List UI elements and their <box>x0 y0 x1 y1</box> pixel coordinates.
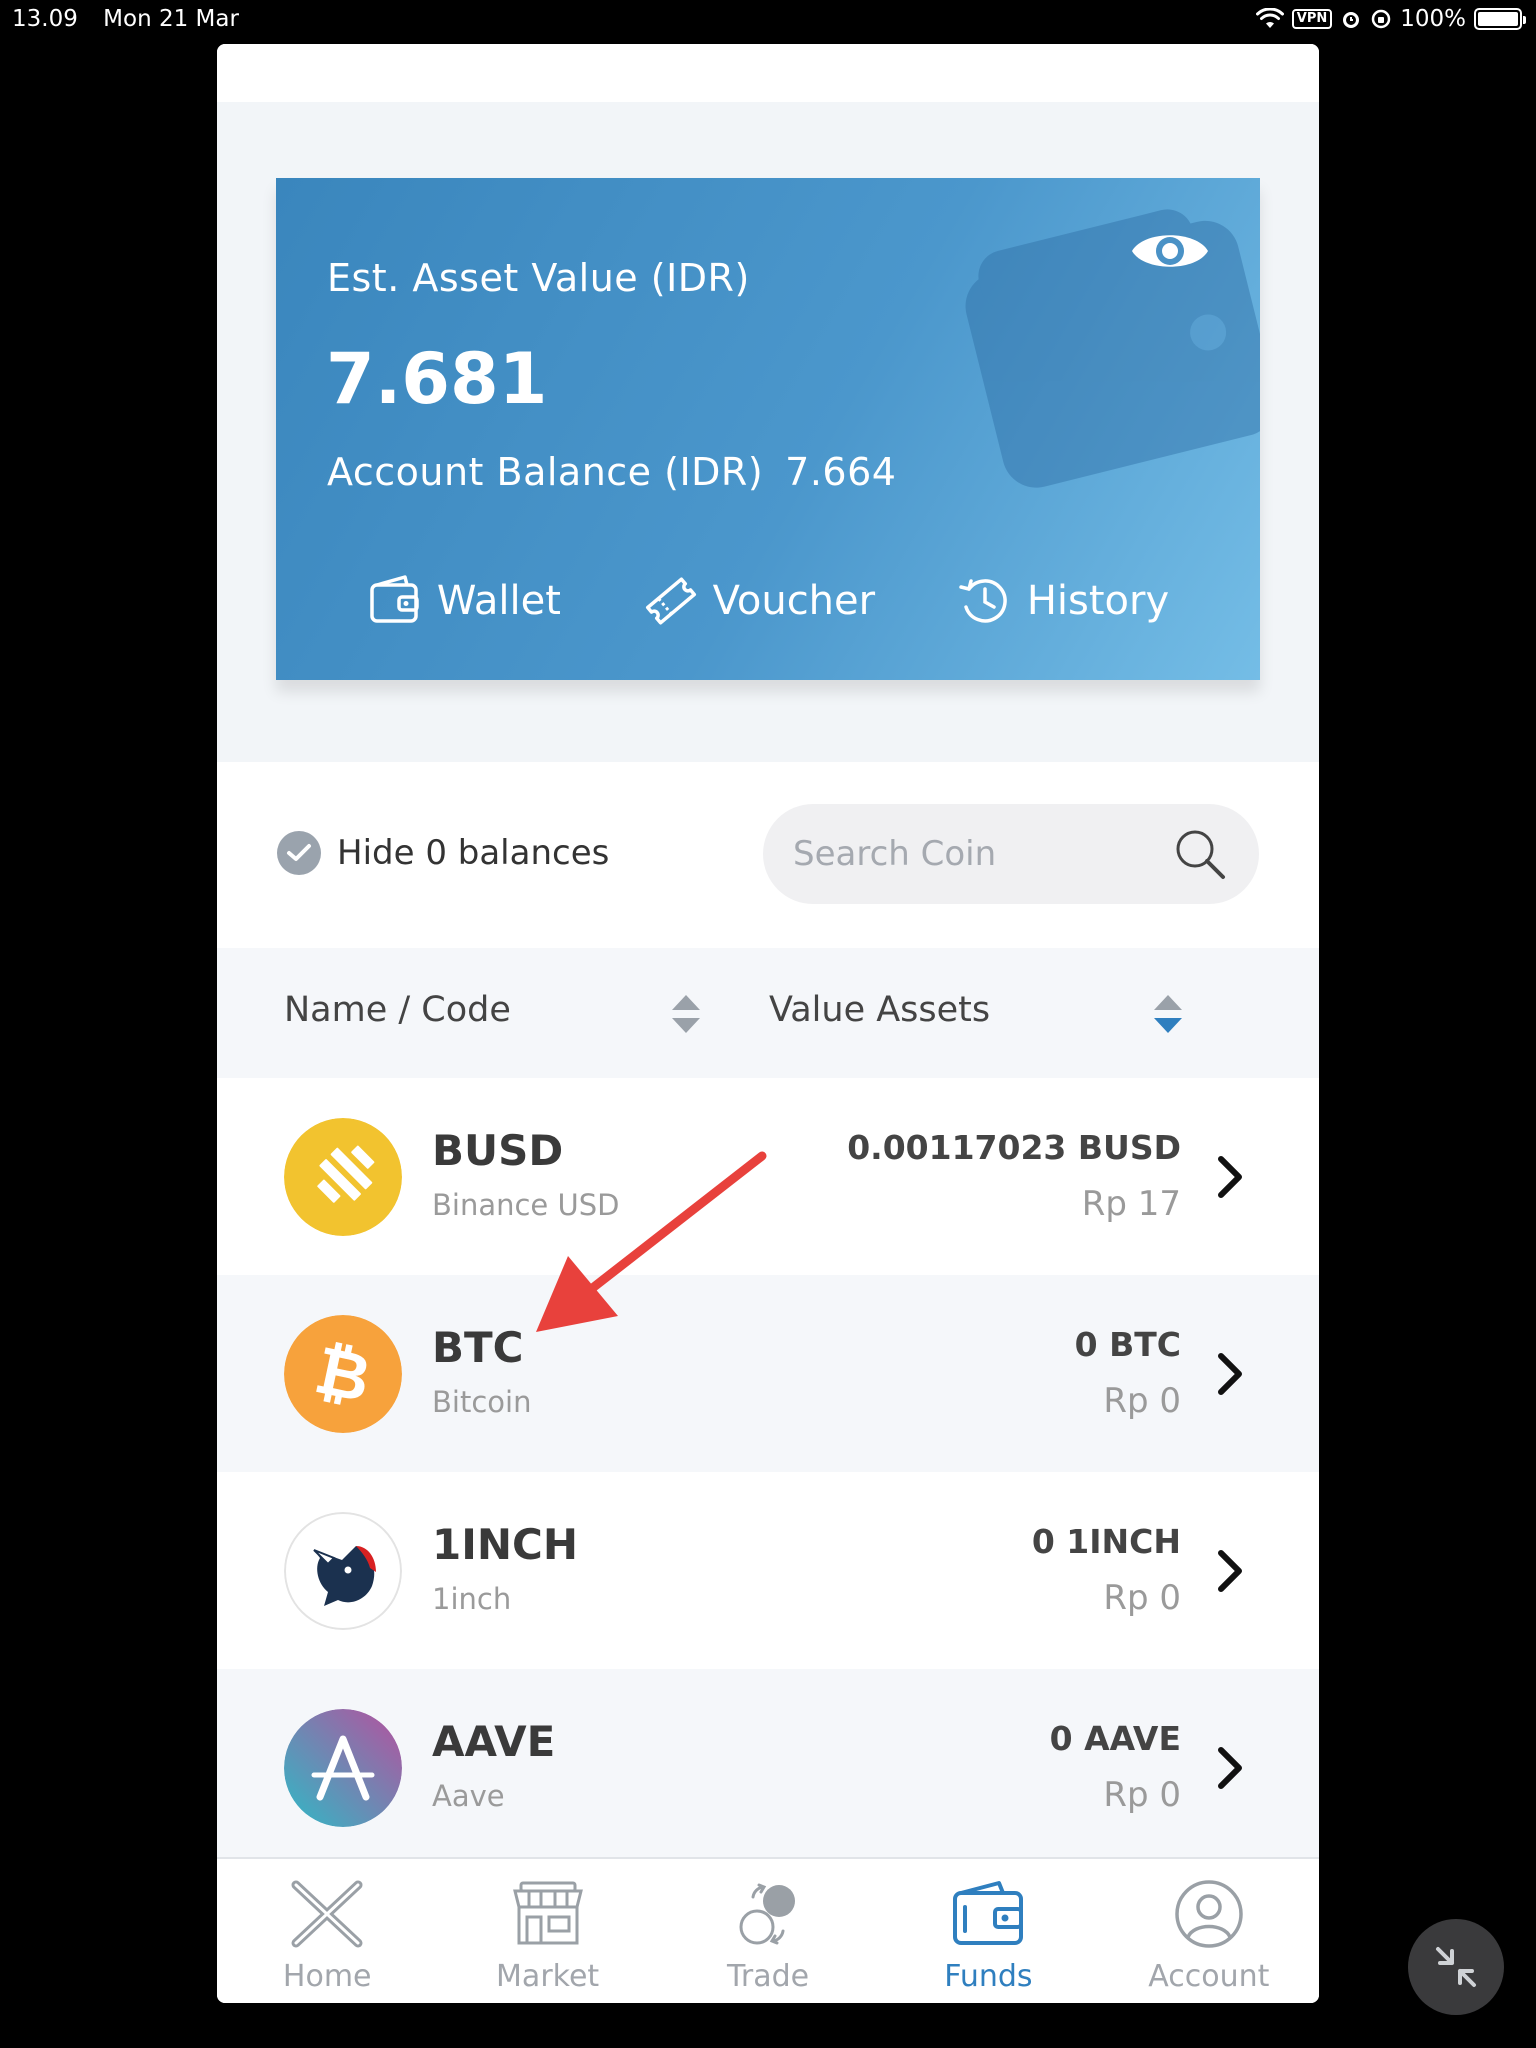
ticket-icon <box>645 577 696 625</box>
history-icon <box>959 579 1007 623</box>
market-icon <box>512 1881 583 1945</box>
est-asset-value: 7.681 <box>326 338 548 420</box>
coin-amount: 0.00117023 BUSD <box>847 1128 1181 1167</box>
coin-row-aave[interactable]: AAVE Aave 0 AAVE Rp 0 <box>217 1669 1319 1866</box>
voucher-button[interactable]: Voucher <box>643 573 875 629</box>
top-strip <box>217 44 1319 102</box>
tab-trade[interactable]: Trade <box>658 1859 878 2003</box>
tab-account[interactable]: Account <box>1099 1859 1319 2003</box>
chevron-right-icon <box>1218 1353 1242 1395</box>
coin-code: 1INCH <box>432 1520 578 1569</box>
funds-icon <box>953 1881 1024 1945</box>
coin-row-1inch[interactable]: 1INCH 1inch 0 1INCH Rp 0 <box>217 1472 1319 1669</box>
coin-idr-value: Rp 0 <box>1103 1578 1181 1618</box>
status-time: 13.09 <box>12 6 78 32</box>
account-balance-value: 7.664 <box>785 450 897 494</box>
coin-row-btc[interactable]: ₿ BTC Bitcoin 0 BTC Rp 0 <box>217 1275 1319 1472</box>
tab-home[interactable]: Home <box>217 1859 437 2003</box>
check-icon <box>277 831 321 875</box>
coin-name: Aave <box>432 1779 505 1813</box>
home-icon <box>291 1880 363 1948</box>
hide-zero-toggle[interactable]: Hide 0 balances <box>277 831 609 875</box>
minimize-button[interactable] <box>1408 1919 1504 2015</box>
chevron-right-icon <box>1218 1747 1242 1789</box>
coin-amount: 0 BTC <box>1074 1325 1181 1364</box>
battery-icon <box>1474 8 1526 30</box>
battery-percent: 100% <box>1400 6 1466 32</box>
tab-funds[interactable]: Funds <box>878 1859 1098 2003</box>
col-name-code: Name / Code <box>284 990 511 1030</box>
search-icon[interactable] <box>1171 825 1229 883</box>
account-balance-row: Account Balance (IDR) 7.664 <box>327 450 896 494</box>
search-input[interactable] <box>793 834 1171 874</box>
rotation-lock-icon <box>1371 9 1391 29</box>
card-actions: Wallet Voucher History <box>276 573 1260 629</box>
coin-amount: 0 AAVE <box>1049 1719 1181 1758</box>
chevron-right-icon <box>1218 1156 1242 1198</box>
coin-code: BUSD <box>432 1126 564 1175</box>
sort-value-icon[interactable] <box>1151 992 1185 1036</box>
search-box <box>763 804 1259 904</box>
coin-idr-value: Rp 0 <box>1103 1381 1181 1421</box>
chevron-right-icon <box>1218 1550 1242 1592</box>
bottom-nav: Home Market Trade Funds Account <box>217 1857 1319 2003</box>
wallet-label: Wallet <box>436 578 561 624</box>
collapse-icon <box>1436 1947 1476 1987</box>
wallet-watermark-icon <box>965 209 1260 488</box>
asset-card: Est. Asset Value (IDR) 7.681 Account Bal… <box>276 178 1260 680</box>
tab-trade-label: Trade <box>726 1959 810 1994</box>
coin-name: Binance USD <box>432 1188 620 1222</box>
column-header: Name / Code Value Assets <box>217 948 1319 1078</box>
tab-market-label: Market <box>496 1959 600 1994</box>
status-date: Mon 21 Mar <box>103 6 239 32</box>
eye-icon[interactable] <box>1128 224 1212 278</box>
tab-market[interactable]: Market <box>437 1859 657 2003</box>
voucher-label: Voucher <box>712 578 876 624</box>
coin-idr-value: Rp 0 <box>1103 1775 1181 1815</box>
filter-row: Hide 0 balances <box>217 762 1319 948</box>
hide-zero-label: Hide 0 balances <box>337 833 610 873</box>
btc-logo-icon: ₿ <box>284 1315 402 1433</box>
col-value-assets: Value Assets <box>769 990 991 1030</box>
header-area: Est. Asset Value (IDR) 7.681 Account Bal… <box>217 102 1319 762</box>
tab-account-label: Account <box>1148 1959 1270 1994</box>
account-icon <box>1175 1880 1243 1948</box>
wallet-button[interactable]: Wallet <box>367 573 561 629</box>
wallet-icon <box>370 575 419 623</box>
app-window: Est. Asset Value (IDR) 7.681 Account Bal… <box>217 44 1319 2003</box>
coin-code: BTC <box>432 1323 524 1372</box>
status-bar: 13.09 Mon 21 Mar VPN 100% <box>0 0 1536 40</box>
history-label: History <box>1026 578 1170 624</box>
sort-name-icon[interactable] <box>669 992 703 1036</box>
history-button[interactable]: History <box>957 573 1169 629</box>
busd-logo-icon <box>284 1118 402 1236</box>
coin-name: Bitcoin <box>432 1385 532 1419</box>
alarm-icon <box>1343 12 1360 28</box>
1inch-logo-icon <box>284 1512 402 1630</box>
account-balance-label: Account Balance (IDR) <box>327 450 764 494</box>
tab-funds-label: Funds <box>944 1959 1033 1994</box>
trade-icon <box>739 1883 796 1945</box>
wifi-icon <box>1255 8 1284 28</box>
vpn-badge: VPN <box>1291 9 1333 29</box>
coin-amount: 0 1INCH <box>1031 1522 1181 1561</box>
coin-idr-value: Rp 17 <box>1081 1184 1181 1224</box>
est-asset-label: Est. Asset Value (IDR) <box>327 256 750 300</box>
coin-code: AAVE <box>432 1717 556 1766</box>
tab-home-label: Home <box>282 1959 372 1994</box>
aave-logo-icon <box>284 1709 402 1827</box>
coin-row-busd[interactable]: BUSD Binance USD 0.00117023 BUSD Rp 17 <box>217 1078 1319 1275</box>
coin-name: 1inch <box>432 1582 512 1616</box>
